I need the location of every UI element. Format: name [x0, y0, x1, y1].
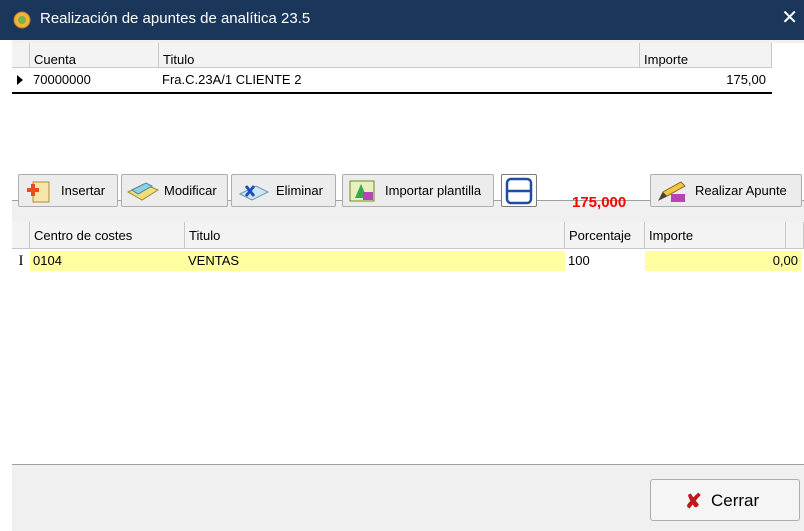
cell-cuenta[interactable]: 70000000: [30, 70, 159, 89]
title-bar: Realización de apuntes de analítica 23.5…: [0, 0, 804, 40]
import-template-label: Importar plantilla: [385, 183, 482, 198]
import-template-icon: [349, 180, 375, 202]
column-header-cuenta[interactable]: Cuenta: [30, 43, 159, 68]
modify-icon: [126, 182, 160, 201]
row-indicator-header: [12, 43, 30, 68]
insert-label: Insertar: [61, 183, 106, 198]
cell-importe[interactable]: 175,00: [640, 70, 770, 89]
column-header-porcentaje[interactable]: Porcentaje: [565, 222, 645, 249]
modify-label: Modificar: [164, 183, 217, 198]
column-header-titulo-2[interactable]: Titulo: [185, 222, 565, 249]
cost-center-grid[interactable]: Centro de costes Titulo Porcentaje Impor…: [12, 222, 804, 464]
cell-porcentaje[interactable]: 100: [565, 251, 645, 271]
cell-titulo-2[interactable]: VENTAS: [185, 251, 565, 271]
window-title: Realización de apuntes de analítica 23.5: [40, 10, 311, 27]
split-view-icon: [505, 177, 533, 205]
footer: ✘ Cerrar: [12, 464, 804, 531]
close-label: Cerrar: [711, 491, 760, 510]
app-icon: [13, 11, 31, 29]
realizar-apunte-button[interactable]: Realizar Apunte: [650, 174, 802, 207]
cell-importe-2[interactable]: 0,00: [645, 251, 801, 271]
header-filler: [786, 222, 804, 249]
table-row[interactable]: 70000000 Fra.C.23A/1 CLIENTE 2 175,00: [12, 70, 772, 94]
column-header-importe-2[interactable]: Importe: [645, 222, 786, 249]
split-view-button[interactable]: [501, 174, 537, 207]
close-x-icon: ✘: [685, 491, 702, 513]
insert-icon: [27, 181, 50, 203]
insert-button[interactable]: Insertar: [18, 174, 118, 207]
column-header-importe[interactable]: Importe: [640, 43, 772, 68]
cell-centro[interactable]: 0104: [30, 251, 185, 271]
column-header-titulo[interactable]: Titulo: [159, 43, 640, 68]
toolbar: Insertar Modificar Eliminar Importar pla…: [12, 162, 804, 218]
delete-icon: [238, 185, 270, 201]
table-row[interactable]: I 0104 VENTAS 100 0,00: [12, 251, 804, 271]
pencil-icon: [657, 181, 686, 202]
row-indicator-header: [12, 222, 30, 249]
text-cursor-icon: I: [18, 253, 24, 269]
cell-titulo[interactable]: Fra.C.23A/1 CLIENTE 2: [159, 70, 640, 89]
delete-button[interactable]: Eliminar: [231, 174, 336, 207]
total-value: 175,000: [572, 194, 627, 211]
import-template-button[interactable]: Importar plantilla: [342, 174, 494, 207]
column-header-centro[interactable]: Centro de costes: [30, 222, 185, 249]
dialog-body: Cuenta Titulo Importe 70000000 Fra.C.23A…: [12, 40, 804, 531]
delete-label: Eliminar: [276, 183, 323, 198]
close-window-icon[interactable]: ✕: [781, 7, 798, 29]
realizar-apunte-label: Realizar Apunte: [695, 183, 787, 198]
modify-button[interactable]: Modificar: [121, 174, 228, 207]
close-button[interactable]: ✘ Cerrar: [650, 479, 800, 521]
